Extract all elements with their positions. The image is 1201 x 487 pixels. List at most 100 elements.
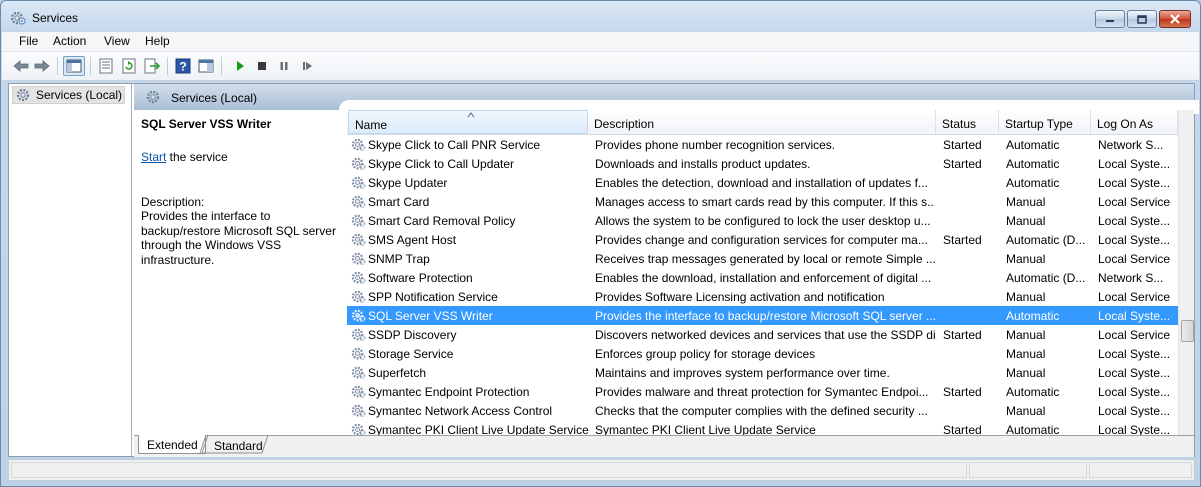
services-list: Name Description Status Startup Type Log… xyxy=(347,110,1194,435)
console-tree: Services (Local) xyxy=(9,84,132,456)
service-name: Storage Service xyxy=(368,347,454,361)
table-row[interactable]: Superfetch Maintains and improves system … xyxy=(347,363,1178,382)
help-button[interactable]: ? xyxy=(174,57,192,75)
table-row[interactable]: Symantec PKI Client Live Update Service S… xyxy=(347,420,1178,435)
scrollbar-thumb[interactable] xyxy=(1181,320,1194,342)
title-bar[interactable]: Services xyxy=(1,1,1200,31)
services-gear-icon xyxy=(10,11,26,25)
start-service-suffix: the service xyxy=(166,150,228,164)
table-row[interactable]: Skype Click to Call PNR Service Provides … xyxy=(347,135,1178,154)
service-gear-icon xyxy=(351,366,366,379)
properties-icon xyxy=(99,58,113,74)
restart-service-button[interactable] xyxy=(298,57,316,75)
service-status: Started xyxy=(943,423,982,435)
menu-help[interactable]: Help xyxy=(145,34,170,48)
service-name: Skype Click to Call Updater xyxy=(368,157,515,171)
status-segment xyxy=(11,462,967,478)
refresh-button[interactable] xyxy=(120,57,138,75)
back-button[interactable] xyxy=(12,57,30,75)
column-startup-type[interactable]: Startup Type xyxy=(999,110,1091,134)
close-icon xyxy=(1170,14,1180,24)
services-window: Services File Action View Help ? Service… xyxy=(0,0,1201,487)
menu-action[interactable]: Action xyxy=(53,34,86,48)
table-row[interactable]: Skype Click to Call Updater Downloads and… xyxy=(347,154,1178,173)
service-description: Provides phone number recognition servic… xyxy=(595,138,836,152)
service-log-on-as: Local Syste... xyxy=(1098,423,1171,435)
column-description[interactable]: Description xyxy=(588,110,936,134)
service-name: SMS Agent Host xyxy=(368,233,457,247)
service-startup-type: Manual xyxy=(1006,252,1046,266)
menu-file[interactable]: File xyxy=(19,34,38,48)
service-description: Allows the system to be configured to lo… xyxy=(595,214,931,228)
maximize-button[interactable] xyxy=(1127,10,1157,28)
toolbar-separator xyxy=(221,57,222,75)
service-name: SNMP Trap xyxy=(368,252,430,266)
action-pane-button[interactable] xyxy=(197,57,215,75)
service-description: Provides malware and threat protection f… xyxy=(595,385,929,399)
service-gear-icon xyxy=(351,328,366,341)
stop-service-button[interactable] xyxy=(253,57,271,75)
service-status: Started xyxy=(943,233,982,247)
service-log-on-as: Local Syste... xyxy=(1098,233,1171,247)
service-startup-type: Manual xyxy=(1006,214,1046,228)
service-log-on-as: Local Service xyxy=(1098,195,1171,209)
service-startup-type: Manual xyxy=(1006,195,1046,209)
back-icon xyxy=(13,60,29,72)
description-text: Provides the interface to backup/restore… xyxy=(141,209,336,267)
tree-item-services-local[interactable]: Services (Local) xyxy=(12,86,125,104)
toolbar-separator xyxy=(167,57,168,75)
maximize-icon xyxy=(1137,14,1147,24)
service-startup-type: Manual xyxy=(1006,404,1046,418)
table-row[interactable]: Storage Service Enforces group policy for… xyxy=(347,344,1178,363)
menu-view[interactable]: View xyxy=(104,34,130,48)
selected-service-title: SQL Server VSS Writer xyxy=(141,117,272,131)
service-startup-type: Automatic xyxy=(1006,138,1060,152)
table-row[interactable]: SPP Notification Service Provides Softwar… xyxy=(347,287,1178,306)
column-name[interactable]: Name xyxy=(348,110,588,134)
table-row[interactable]: Skype Updater Enables the detection, down… xyxy=(347,173,1178,192)
window-title: Services xyxy=(32,11,79,25)
close-button[interactable] xyxy=(1159,10,1191,28)
pause-service-button[interactable] xyxy=(275,57,293,75)
show-hide-console-tree-button[interactable] xyxy=(63,56,85,76)
service-startup-type: Automatic xyxy=(1006,176,1060,190)
service-gear-icon xyxy=(351,347,366,360)
service-description: Downloads and installs product updates. xyxy=(595,157,811,171)
service-description: Enables the download, installation and e… xyxy=(595,271,932,285)
service-name: Superfetch xyxy=(368,366,427,380)
vertical-scrollbar[interactable] xyxy=(1178,110,1194,435)
table-row[interactable]: SQL Server VSS Writer Provides the interf… xyxy=(347,306,1178,325)
minimize-button[interactable] xyxy=(1095,10,1125,28)
service-name: SSDP Discovery xyxy=(368,328,457,342)
table-row[interactable]: Smart Card Manages access to smart cards … xyxy=(347,192,1178,211)
service-description: Receives trap messages generated by loca… xyxy=(595,252,935,266)
column-status[interactable]: Status xyxy=(936,110,999,134)
service-startup-type: Manual xyxy=(1006,328,1046,342)
service-rows: Skype Click to Call PNR Service Provides … xyxy=(347,135,1178,435)
table-row[interactable]: Symantec Endpoint Protection Provides mal… xyxy=(347,382,1178,401)
export-list-button[interactable] xyxy=(143,57,161,75)
properties-button[interactable] xyxy=(97,57,115,75)
action-pane-icon xyxy=(198,59,214,73)
service-gear-icon xyxy=(351,157,366,170)
status-bar xyxy=(8,459,1195,481)
table-row[interactable]: Software Protection Enables the download,… xyxy=(347,268,1178,287)
show-hide-console-tree-icon xyxy=(66,59,82,73)
table-row[interactable]: Smart Card Removal Policy Allows the syst… xyxy=(347,211,1178,230)
forward-button[interactable] xyxy=(33,57,51,75)
table-row[interactable]: SMS Agent Host Provides change and config… xyxy=(347,230,1178,249)
service-startup-type: Automatic (D... xyxy=(1006,233,1086,247)
table-row[interactable]: SNMP Trap Receives trap messages generate… xyxy=(347,249,1178,268)
table-row[interactable]: SSDP Discovery Discovers networked device… xyxy=(347,325,1178,344)
service-startup-type: Automatic xyxy=(1006,157,1060,171)
start-service-button[interactable] xyxy=(231,57,249,75)
minimize-icon xyxy=(1106,20,1114,22)
table-row[interactable]: Symantec Network Access Control Checks th… xyxy=(347,401,1178,420)
toolbar-separator xyxy=(57,57,58,75)
service-status: Started xyxy=(943,328,982,342)
column-log-on-as[interactable]: Log On As xyxy=(1091,110,1178,134)
service-gear-icon xyxy=(351,138,366,151)
start-service-link[interactable]: Start xyxy=(141,150,166,164)
service-log-on-as: Local Syste... xyxy=(1098,157,1171,171)
export-list-icon xyxy=(144,58,160,74)
